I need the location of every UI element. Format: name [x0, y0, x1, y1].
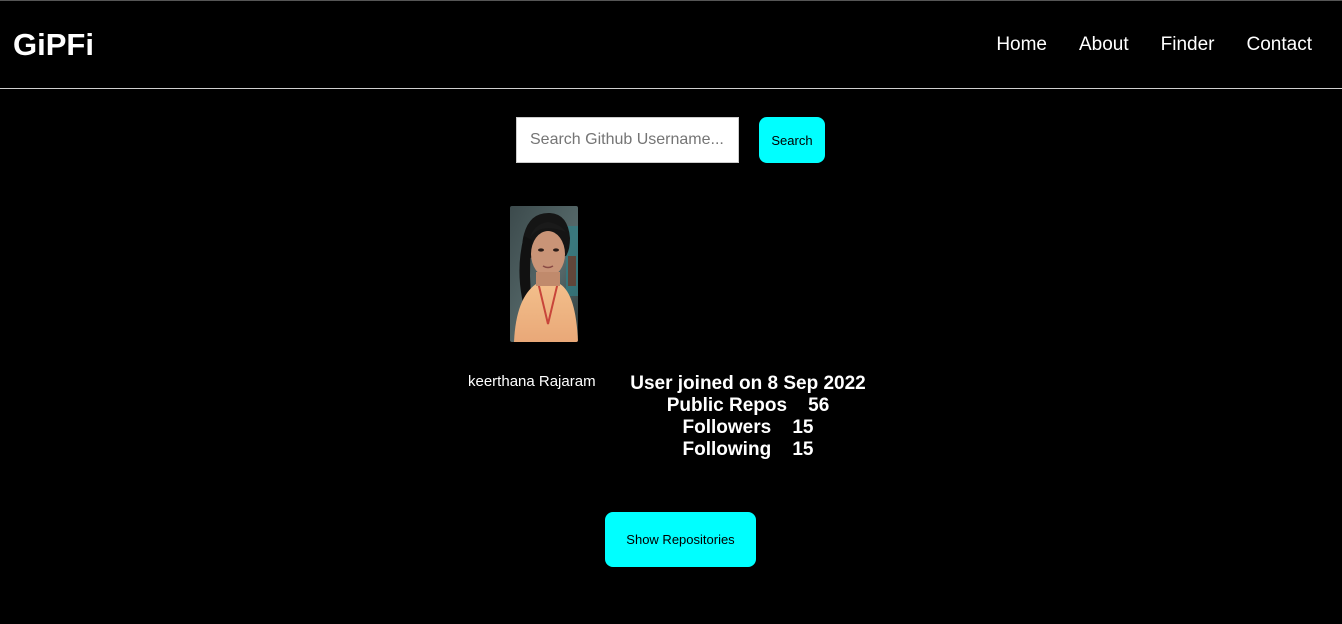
page: GiPFi Home About Finder Contact Search G… [0, 0, 1342, 624]
followers-count: 15 [792, 417, 814, 438]
nav-link-about[interactable]: About [1079, 34, 1129, 56]
public-repos-count: 56 [808, 395, 830, 416]
joined-date: User joined on 8 Sep 2022 [630, 373, 866, 394]
following-row: Following 15 [600, 439, 896, 461]
nav-links: Home About Finder Contact [964, 34, 1312, 56]
user-stats: User joined on 8 Sep 2022 Public Repos 5… [600, 373, 896, 461]
nav-link-contact[interactable]: Contact [1247, 34, 1312, 56]
avatar [510, 206, 578, 342]
followers-label: Followers [682, 417, 772, 438]
following-label: Following [682, 439, 772, 460]
brand-logo[interactable]: GiPFi [13, 27, 94, 63]
public-repos-row: Public Repos 56 [600, 395, 896, 417]
nav-link-home[interactable]: Home [996, 34, 1047, 56]
nav-link-finder[interactable]: Finder [1161, 34, 1215, 56]
followers-row: Followers 15 [600, 417, 896, 439]
navbar: GiPFi Home About Finder Contact [0, 0, 1342, 89]
show-repositories-button[interactable]: Show Repositories [605, 512, 756, 567]
public-repos-label: Public Repos [666, 395, 788, 416]
search-input[interactable] [516, 117, 739, 163]
following-count: 15 [792, 439, 814, 460]
user-name: keerthana Rajaram [468, 373, 596, 390]
search-button[interactable]: Search [759, 117, 825, 163]
